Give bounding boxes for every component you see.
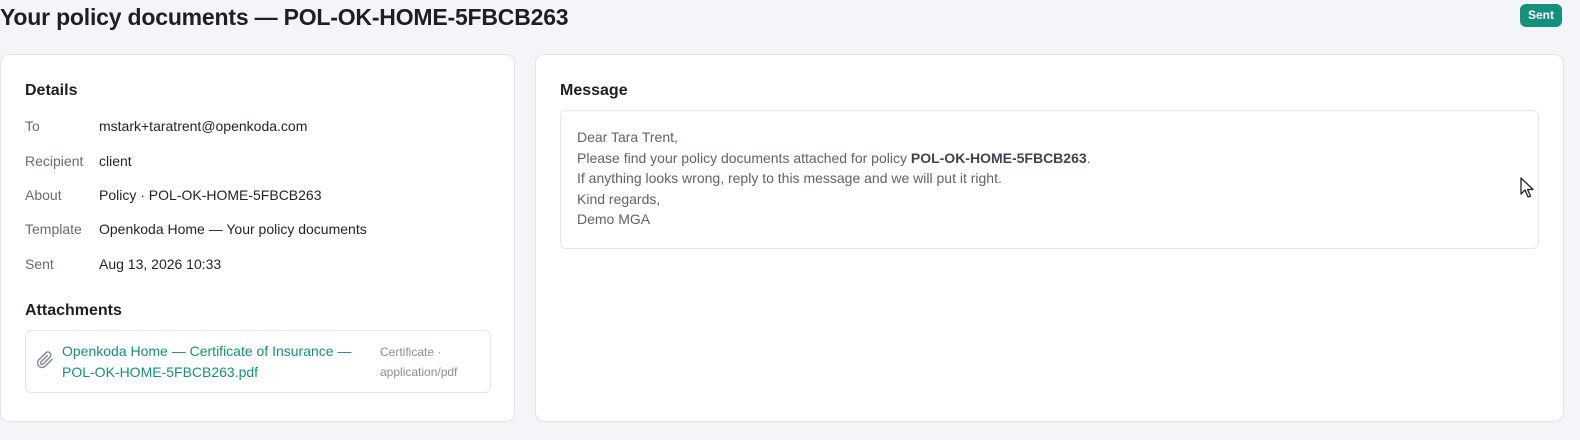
message-line-correction: If anything looks wrong, reply to this m… [577,170,1002,187]
detail-value-to: mstark+taratrent@openkoda.com [99,118,308,134]
paperclip-icon [36,351,54,369]
message-signature: Demo MGA [577,211,651,228]
message-card: Message Dear Tara Trent, Please find you… [535,54,1564,422]
detail-value-about: Policy · POL-OK-HOME-5FBCB263 [99,187,322,203]
message-greeting: Dear Tara Trent, [577,129,678,145]
detail-value-sent: Aug 13, 2026 10:33 [99,256,222,272]
detail-value-recipient: client [99,153,132,169]
attachment-meta: Certificate · application/pdf [380,345,458,379]
detail-label-sent: Sent [25,256,54,272]
message-line-policy: Please find your policy documents attach… [577,148,1522,169]
attachment-link[interactable]: Openkoda Home — Certificate of Insurance… [62,341,362,383]
message-signoff: Kind regards, [577,190,661,207]
message-body: Dear Tara Trent, Please find your policy… [560,110,1539,249]
details-card: Details To mstark+taratrent@openkoda.com… [0,54,515,422]
message-line-suffix: . [1086,149,1091,166]
attachments-heading: Attachments [25,302,122,319]
page-title: Your policy documents — POL-OK-HOME-5FBC… [0,4,569,30]
detail-label-recipient: Recipient [25,153,84,169]
status-badge: Sent [1520,4,1563,27]
detail-label-template: Template [25,221,82,237]
mouse-pointer-icon [1520,177,1536,199]
details-heading: Details [25,82,78,99]
detail-value-template: Openkoda Home — Your policy documents [99,221,367,237]
detail-label-to: To [25,118,40,134]
message-policy-number: POL-OK-HOME-5FBCB263 [910,149,1087,166]
attachment-item[interactable]: Openkoda Home — Certificate of Insurance… [25,330,491,393]
message-line-prefix: Please find your policy documents attach… [577,149,911,166]
message-heading: Message [560,82,628,99]
detail-label-about: About [25,187,62,203]
